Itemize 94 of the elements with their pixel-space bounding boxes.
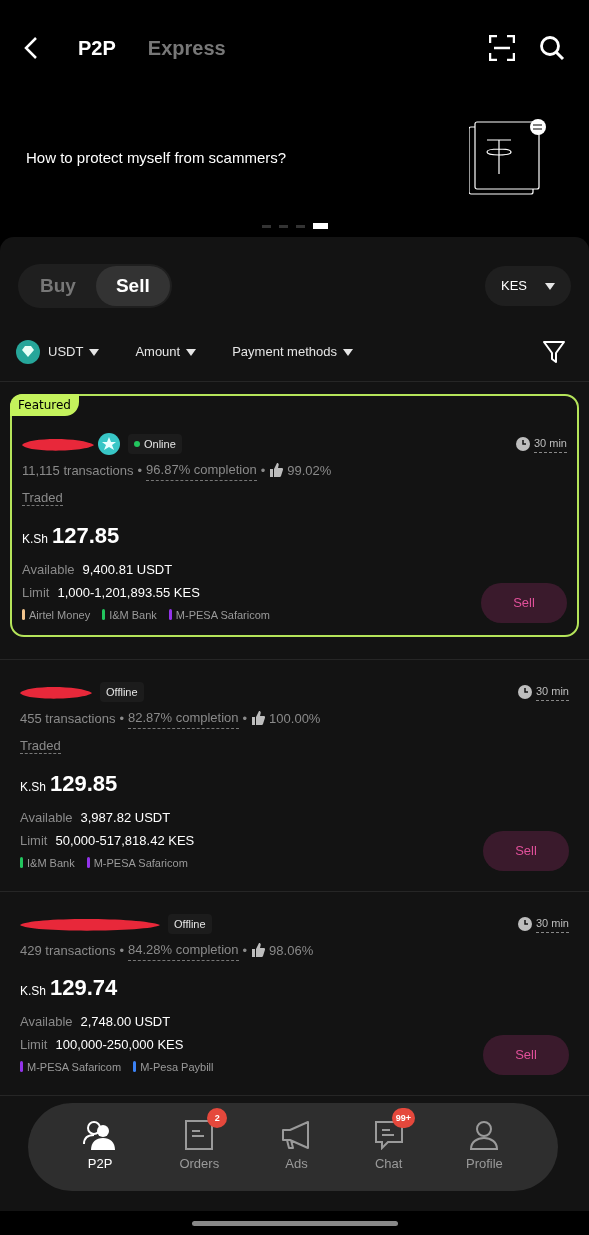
traded-link[interactable]: Traded	[22, 489, 63, 506]
thumbs-up-icon	[251, 711, 266, 726]
limit-label: Limit	[20, 1036, 48, 1054]
available-amount: 2,748.00 USDT	[80, 1012, 171, 1031]
available-amount: 9,400.81 USDT	[82, 560, 173, 579]
megaphone-icon	[281, 1120, 312, 1151]
payment-method: I&M Bank	[109, 607, 157, 623]
limit-range: 50,000-517,818.42 KES	[55, 832, 195, 850]
payment-method: M-PESA Safaricom	[27, 1059, 122, 1075]
transaction-count: 11,115 transactions	[22, 461, 134, 480]
nav-tab[interactable]: P2P	[83, 1120, 118, 1174]
sell-button[interactable]: Sell	[483, 831, 569, 871]
currency-symbol: K.Sh	[20, 778, 46, 796]
nav-tab[interactable]: Ads	[281, 1120, 312, 1174]
buy-sell-toggle[interactable]: Buy Sell	[18, 264, 172, 308]
response-time: 30 min	[535, 915, 569, 933]
count-badge: 2	[207, 1108, 228, 1129]
status-label: Offline	[100, 681, 144, 703]
listing-card[interactable]: Offline 30 min 455 transactions • 82.87% completion • 100.00% Traded K.Sh 129.85 Available 3,987.82 USDT Limit 50,000-517,818.42 KES I&M Bank M-PESA Safaricom Sell	[0, 660, 589, 892]
thumbs-up-icon	[269, 463, 284, 478]
available-label: Available	[22, 560, 75, 579]
separator-dot: •	[119, 709, 124, 728]
separator-dot: •	[242, 941, 248, 960]
traded-link[interactable]: Traded	[20, 737, 61, 754]
separator-dot: •	[260, 461, 266, 480]
rating: 100.00%	[269, 709, 321, 728]
caret-icon	[545, 282, 555, 290]
price: 129.85	[50, 769, 118, 798]
banner-text[interactable]: How to protect myself from scammers?	[26, 146, 287, 170]
price: 127.85	[52, 521, 120, 550]
back-icon[interactable]	[24, 35, 38, 60]
filter-dropdown[interactable]: Payment methods	[232, 342, 353, 362]
status-label: Offline	[168, 913, 212, 935]
limit-label: Limit	[22, 584, 50, 602]
search-icon[interactable]	[539, 34, 565, 61]
sell-button[interactable]: Sell	[481, 583, 567, 623]
users-icon	[83, 1120, 118, 1151]
payment-method: M-Pesa Paybill	[140, 1059, 214, 1075]
status-label: Online	[128, 433, 182, 455]
separator-dot: •	[242, 709, 248, 728]
nav-tab[interactable]: Profile	[466, 1120, 503, 1174]
scan-icon[interactable]	[489, 34, 515, 61]
sell-button[interactable]: Sell	[483, 1035, 569, 1075]
chat-icon	[373, 1120, 404, 1151]
limit-label: Limit	[20, 832, 48, 850]
clock-icon	[517, 685, 532, 699]
payment-method: Airtel Money	[29, 607, 91, 623]
available-label: Available	[20, 808, 73, 827]
completion-rate[interactable]: 84.28% completion	[127, 940, 239, 961]
payment-method: M-PESA Safaricom	[93, 855, 188, 871]
caret-icon	[186, 348, 197, 356]
rating: 99.02%	[287, 461, 332, 480]
completion-rate[interactable]: 82.87% completion	[127, 708, 239, 729]
count-badge: 99+	[391, 1108, 415, 1129]
filter-icon[interactable]	[543, 340, 565, 364]
filter-dropdown[interactable]: USDT	[16, 340, 100, 364]
rating: 98.06%	[269, 941, 314, 960]
person-icon	[469, 1120, 500, 1151]
clock-icon	[517, 917, 532, 931]
filter-dropdown[interactable]: Amount	[135, 342, 197, 362]
redaction-mark	[22, 436, 94, 452]
separator-dot: •	[137, 461, 143, 480]
clock-icon	[515, 437, 530, 451]
side-option[interactable]: Buy	[20, 266, 96, 306]
transaction-count: 429 transactions	[20, 941, 116, 960]
document-icon	[185, 1120, 214, 1151]
redaction-mark	[20, 684, 92, 700]
currency-symbol: K.Sh	[20, 982, 46, 1000]
featured-listing-card[interactable]: Featured Online 30 min 11,115 transactions • 96.87% completion • 99.02% Traded K.Sh 127.85 Available 9,400.81 USDT Limit 1,000-1,201,893.55 KES Airtel Money I&M Bank M-PESA Safaricom Sell	[10, 394, 579, 637]
listing-card[interactable]: Offline 30 min 429 transactions • 84.28% completion • 98.06% K.Sh 129.74 Available 2,748.00 USDT Limit 100,000-250,000 KES M-PESA Safaricom M-Pesa Paybill Sell	[0, 892, 589, 1096]
currency-symbol: K.Sh	[22, 530, 48, 548]
currency-dropdown[interactable]: KES	[485, 266, 571, 306]
page-indicator[interactable]	[312, 223, 328, 229]
coin-icon	[16, 340, 40, 364]
available-amount: 3,987.82 USDT	[80, 808, 171, 827]
available-label: Available	[20, 1012, 73, 1031]
separator-dot: •	[119, 941, 124, 960]
completion-rate[interactable]: 96.87% completion	[146, 460, 257, 481]
limit-range: 1,000-1,201,893.55 KES	[57, 584, 200, 602]
featured-tag: Featured	[10, 394, 79, 416]
header-tab[interactable]: P2P	[78, 32, 116, 63]
caret-icon	[89, 348, 100, 356]
payment-method: M-PESA Safaricom	[175, 607, 270, 623]
payment-method: I&M Bank	[27, 855, 75, 871]
caret-icon	[343, 348, 353, 356]
transaction-count: 455 transactions	[20, 709, 116, 728]
side-option[interactable]: Sell	[95, 266, 170, 306]
thumbs-up-icon	[251, 943, 266, 958]
star-badge-icon	[98, 433, 120, 455]
response-time: 30 min	[533, 435, 567, 453]
limit-range: 100,000-250,000 KES	[55, 1036, 184, 1054]
response-time: 30 min	[535, 683, 569, 701]
header-tab[interactable]: Express	[147, 32, 226, 63]
price: 129.74	[50, 973, 118, 1002]
